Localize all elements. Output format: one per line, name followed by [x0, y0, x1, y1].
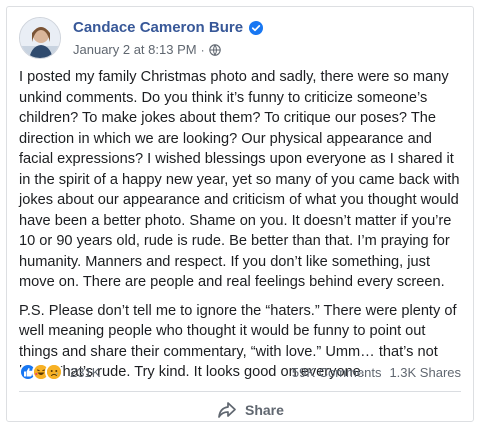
reactions-summary[interactable]: 231K — [19, 363, 100, 381]
share-arrow-icon — [217, 401, 237, 419]
verified-badge-icon — [249, 21, 264, 35]
post-paragraph-1: I posted my family Christmas photo and s… — [19, 69, 460, 290]
reaction-count: 231K — [70, 364, 101, 380]
post-timestamp-link[interactable]: January 2 at 8:13 PM — [73, 42, 197, 58]
post-stats-bar: 231K 59K Comments 1.3K Shares — [19, 361, 461, 383]
action-divider — [19, 391, 461, 392]
sad-icon — [45, 363, 63, 381]
post-body: I posted my family Christmas photo and s… — [19, 67, 461, 391]
post-card: Candace Cameron Bure January 2 at 8:13 P… — [6, 6, 474, 422]
meta-separator: · — [200, 43, 205, 57]
author-name-link[interactable]: Candace Cameron Bure — [73, 19, 243, 37]
author-avatar[interactable] — [19, 17, 61, 59]
post-header: Candace Cameron Bure January 2 at 8:13 P… — [19, 17, 461, 63]
share-button-label: Share — [245, 402, 284, 418]
comments-count-link[interactable]: 59K Comments — [292, 365, 382, 380]
share-button[interactable]: Share — [217, 398, 284, 422]
shares-count-link[interactable]: 1.3K Shares — [389, 365, 461, 380]
globe-icon[interactable] — [208, 44, 221, 56]
